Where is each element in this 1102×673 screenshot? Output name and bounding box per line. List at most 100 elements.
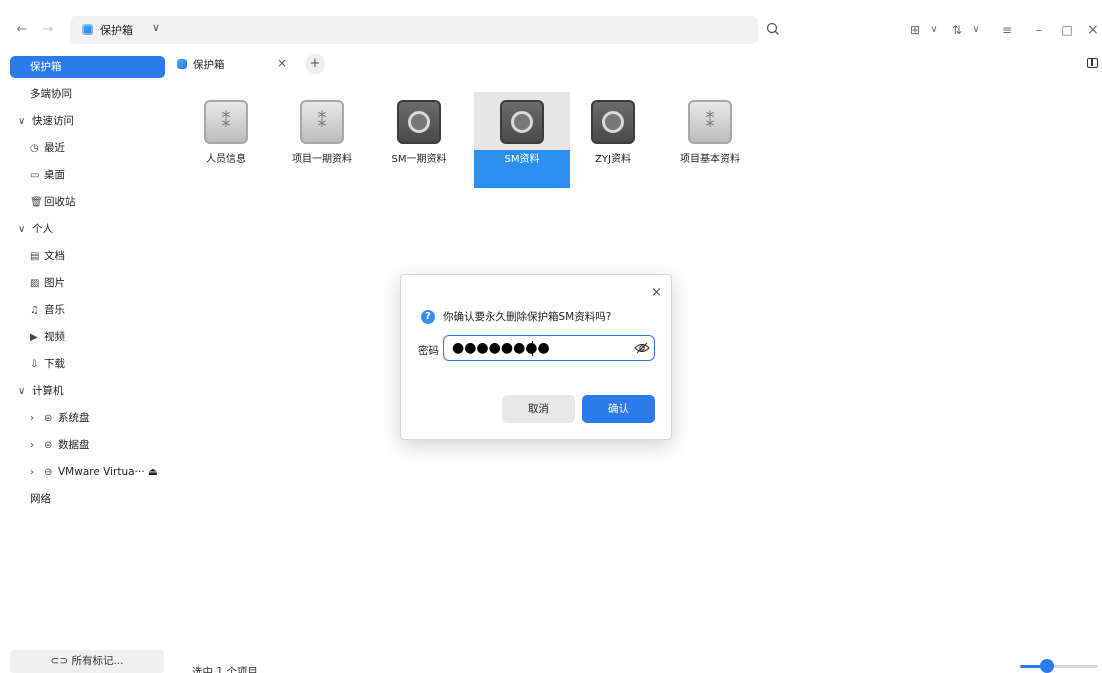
disk-icon: ⊜ <box>44 413 53 424</box>
sidebar-item-videos[interactable]: ▶ 视频 <box>10 326 165 348</box>
back-button[interactable]: ← <box>14 22 30 38</box>
sidebar-group-quick-access[interactable]: ∨ 快速访问 <box>10 110 165 132</box>
sidebar-item-label: 下载 <box>44 358 65 370</box>
sidebar-item-label: 视频 <box>44 331 65 343</box>
search-icon[interactable] <box>766 22 780 36</box>
chevron-right-icon: › <box>30 467 34 478</box>
locked-vault-icon: ⁑ <box>204 100 248 144</box>
sidebar-item-pictures[interactable]: ▨ 图片 <box>10 272 165 294</box>
vault-label: 人员信息 <box>206 154 246 165</box>
picture-icon: ▨ <box>30 278 40 289</box>
sidebar-item-recent[interactable]: ◷ 最近 <box>10 137 165 159</box>
all-tags-button[interactable]: ⊂⊃ 所有标记... <box>10 650 164 673</box>
chevron-down-icon[interactable]: ∨ <box>152 21 160 34</box>
text-caret <box>532 341 533 356</box>
confirm-button[interactable]: 确认 <box>582 395 655 423</box>
vault-label: 项目基本资料 <box>680 154 740 165</box>
chevron-down-icon[interactable]: ∨ <box>928 22 940 38</box>
download-icon: ⇩ <box>30 359 39 370</box>
sidebar-item-trash[interactable]: 🗑回收站 <box>10 191 165 213</box>
address-text: 保护箱 <box>100 24 133 37</box>
clock-icon: ◷ <box>30 143 39 154</box>
detail-panel-icon[interactable] <box>1087 58 1098 68</box>
disk-icon: ⊜ <box>44 440 53 451</box>
locked-vault-icon: ⁑ <box>300 100 344 144</box>
close-icon[interactable]: × <box>651 285 662 300</box>
chevron-down-icon[interactable]: ∨ <box>970 22 982 38</box>
password-label: 密码 <box>418 345 439 357</box>
close-window-button[interactable]: × <box>1086 22 1100 38</box>
locked-vault-icon: ⁑ <box>688 100 732 144</box>
zoom-slider-handle[interactable] <box>1040 659 1055 673</box>
eye-off-icon[interactable] <box>634 342 650 354</box>
chevron-down-icon: ∨ <box>18 386 26 397</box>
music-icon: ♫ <box>30 305 39 316</box>
sidebar-item-label: 计算机 <box>32 385 64 397</box>
unlocked-vault-icon <box>397 100 441 144</box>
sidebar-item-label: 音乐 <box>44 304 65 316</box>
close-icon[interactable]: × <box>277 56 287 70</box>
sidebar-item-label: 数据盘 <box>58 439 90 451</box>
add-tab-button[interactable]: + <box>305 54 325 74</box>
vault-label: ZYJ资料 <box>595 154 631 165</box>
vault-item[interactable]: ⁑ 人员信息 <box>178 92 274 188</box>
sidebar-item-label: 网络 <box>30 493 51 505</box>
unlocked-vault-icon <box>500 100 544 144</box>
status-text: 选中 1 个项目 <box>192 666 258 673</box>
tab-bar: 保护箱 × + <box>165 52 1102 78</box>
sidebar-item-label: 回收站 <box>44 196 76 208</box>
sidebar-item-desktop[interactable]: ▭ 桌面 <box>10 164 165 186</box>
sidebar-item-network[interactable]: 网络 <box>10 488 165 510</box>
icon-view-icon[interactable]: ⊞ <box>908 22 922 38</box>
sidebar-item-music[interactable]: ♫ 音乐 <box>10 299 165 321</box>
password-field[interactable]: ●●●●●●●● <box>443 335 655 361</box>
sidebar-item-label: 快速访问 <box>32 115 74 127</box>
sidebar-item-label: 多端协同 <box>30 88 72 100</box>
vault-icon <box>82 24 93 35</box>
unlocked-vault-icon <box>591 100 635 144</box>
video-icon: ▶ <box>30 332 38 343</box>
sidebar-item-vault[interactable]: 保护箱 <box>10 56 165 78</box>
sidebar-item-label: 最近 <box>44 142 65 154</box>
sidebar-item-downloads[interactable]: ⇩ 下载 <box>10 353 165 375</box>
sidebar-item-label: 图片 <box>44 277 65 289</box>
sidebar-group-computer[interactable]: ∨ 计算机 <box>10 380 165 402</box>
minimize-button[interactable]: – <box>1032 22 1046 38</box>
chevron-down-icon: ∨ <box>18 116 26 127</box>
tab-label: 保护箱 <box>193 59 225 71</box>
vault-item[interactable]: ⁑ 项目一期资料 <box>274 92 370 188</box>
sort-icon[interactable]: ⇅ <box>950 22 964 38</box>
sidebar-item-vmware[interactable]: › ⊖ VMware Virtua··· ⏏ <box>10 461 165 483</box>
document-icon: ▤ <box>30 251 40 262</box>
cancel-button[interactable]: 取消 <box>502 395 575 423</box>
sidebar-item-system-disk[interactable]: › ⊜ 系统盘 <box>10 407 165 429</box>
sidebar-item-multi-device[interactable]: 多端协同 <box>10 83 165 105</box>
chevron-down-icon: ∨ <box>18 224 26 235</box>
tab-vault[interactable]: 保护箱 × <box>165 52 300 76</box>
sidebar-item-label: 保护箱 <box>30 61 62 73</box>
address-bar[interactable]: 保护箱 ∨ <box>70 16 758 44</box>
vault-item[interactable]: ⁑ 项目基本资料 <box>662 92 758 188</box>
vault-item[interactable]: SM资料 <box>474 92 570 188</box>
password-value: ●●●●●●●● <box>452 340 550 356</box>
tag-icon: ⊂⊃ <box>50 655 72 667</box>
menu-icon[interactable]: ≡ <box>1000 22 1014 38</box>
maximize-button[interactable]: □ <box>1060 22 1074 38</box>
vault-label: SM一期资料 <box>391 154 447 165</box>
sidebar-item-label: 个人 <box>32 223 53 235</box>
desktop-icon: ▭ <box>30 170 40 181</box>
chevron-right-icon: › <box>30 440 34 451</box>
sidebar-item-label: 桌面 <box>44 169 65 181</box>
trash-icon: 🗑 <box>30 197 43 208</box>
forward-button[interactable]: → <box>40 22 56 38</box>
dialog-message: 你确认要永久删除保护箱SM资料吗? <box>443 311 612 323</box>
vault-item[interactable]: SM一期资料 <box>371 92 467 188</box>
vault-item[interactable]: ZYJ资料 <box>565 92 661 188</box>
sidebar-item-label: 系统盘 <box>58 412 90 424</box>
delete-vault-dialog: × ? 你确认要永久删除保护箱SM资料吗? 密码 ●●●●●●●● 取消 确认 <box>400 274 672 440</box>
sidebar-item-documents[interactable]: ▤ 文档 <box>10 245 165 267</box>
sidebar-item-data-disk[interactable]: › ⊜ 数据盘 <box>10 434 165 456</box>
sidebar-group-personal[interactable]: ∨ 个人 <box>10 218 165 240</box>
vault-label: SM资料 <box>504 154 540 165</box>
vault-icon <box>177 59 187 69</box>
